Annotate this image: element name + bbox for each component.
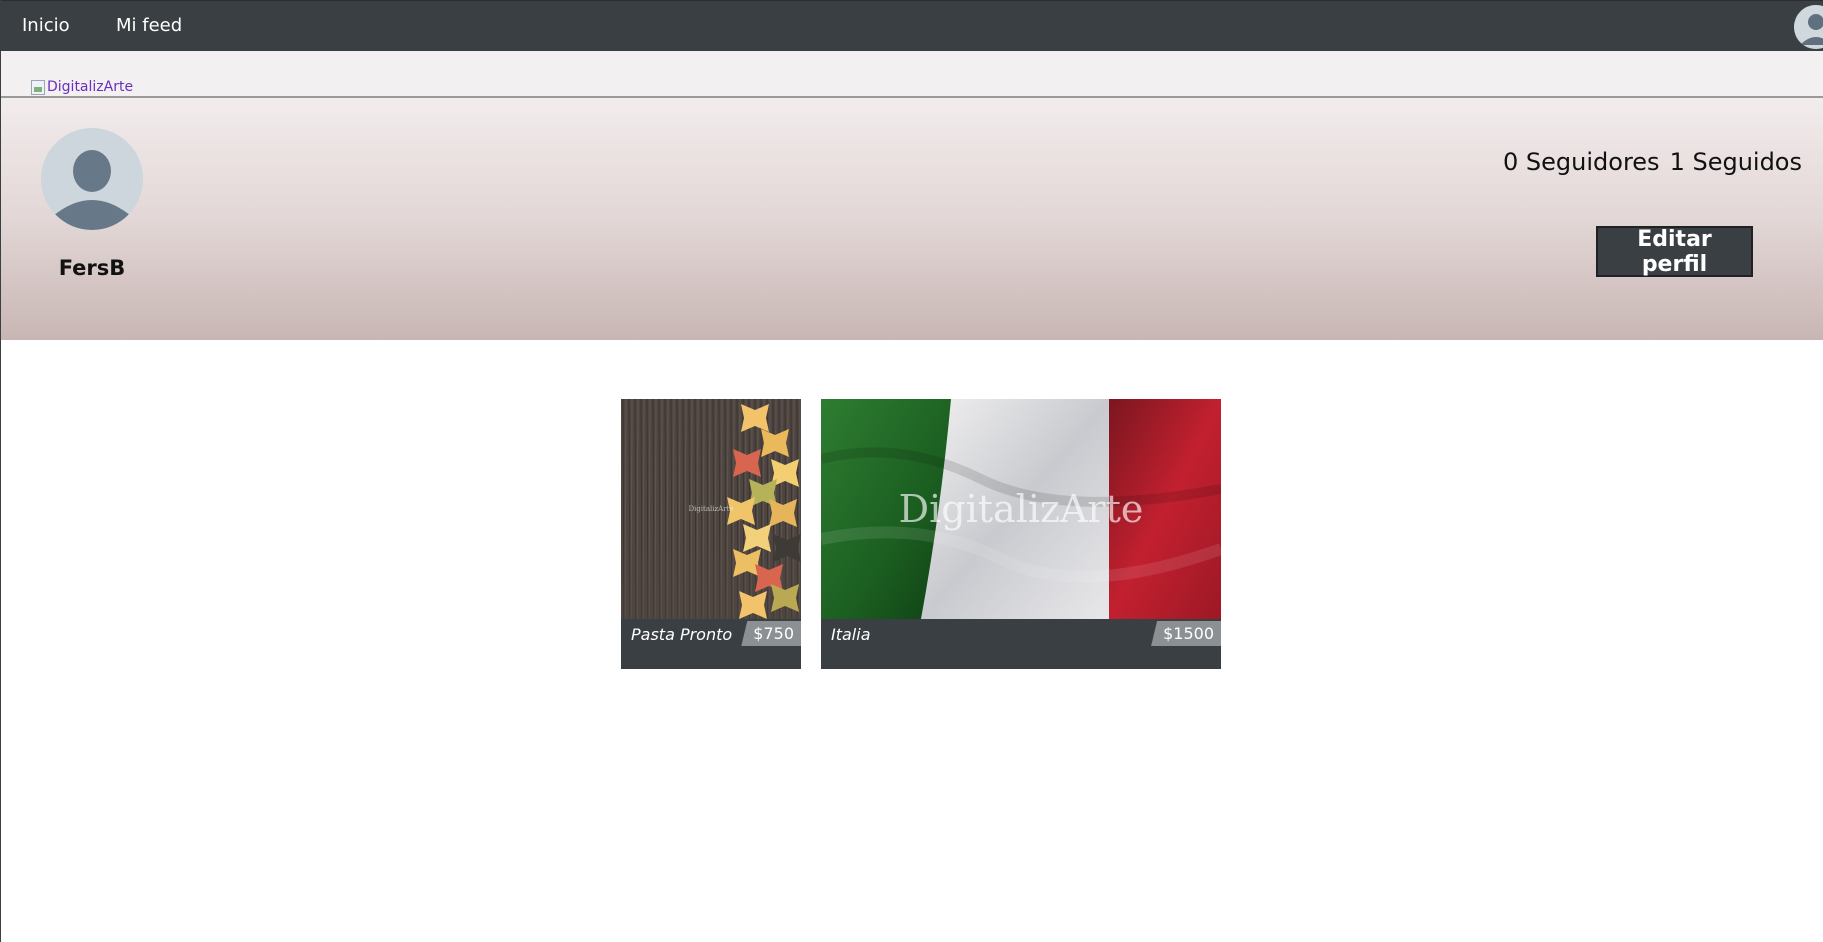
artwork-image-italia: DigitalizArte — [821, 399, 1221, 619]
user-avatar-icon[interactable] — [1794, 5, 1823, 49]
artwork-card[interactable]: DigitalizArte Pasta Pronto $750 — [621, 399, 801, 669]
artwork-title: Pasta Pronto — [631, 625, 733, 644]
artwork-price: $750 — [741, 621, 801, 646]
edit-profile-button[interactable]: Editar perfil — [1596, 226, 1753, 277]
artwork-price: $1500 — [1151, 621, 1221, 646]
top-navbar: Inicio Mi feed — [1, 0, 1823, 51]
logo-strip: DigitalizArte — [1, 51, 1823, 98]
profile-header: FersB 0 Seguidores 1 Seguidos Editar per… — [1, 98, 1823, 340]
default-avatar-icon — [41, 128, 143, 230]
following-count[interactable]: 1 Seguidos — [1670, 148, 1802, 176]
followers-count[interactable]: 0 Seguidores — [1503, 148, 1660, 176]
artwork-card[interactable]: DigitalizArte Italia $1500 — [821, 399, 1221, 669]
profile-username: FersB — [58, 256, 126, 280]
nav-link-inicio[interactable]: Inicio — [22, 15, 70, 36]
broken-image-icon — [31, 79, 45, 95]
artwork-title: Italia — [831, 625, 871, 644]
artwork-image-pasta: DigitalizArte — [621, 399, 801, 619]
nav-link-mi-feed[interactable]: Mi feed — [116, 15, 182, 36]
site-logo[interactable]: DigitalizArte — [31, 78, 133, 96]
logo-alt-text: DigitalizArte — [47, 79, 134, 95]
follow-stats: 0 Seguidores 1 Seguidos — [1503, 148, 1802, 176]
